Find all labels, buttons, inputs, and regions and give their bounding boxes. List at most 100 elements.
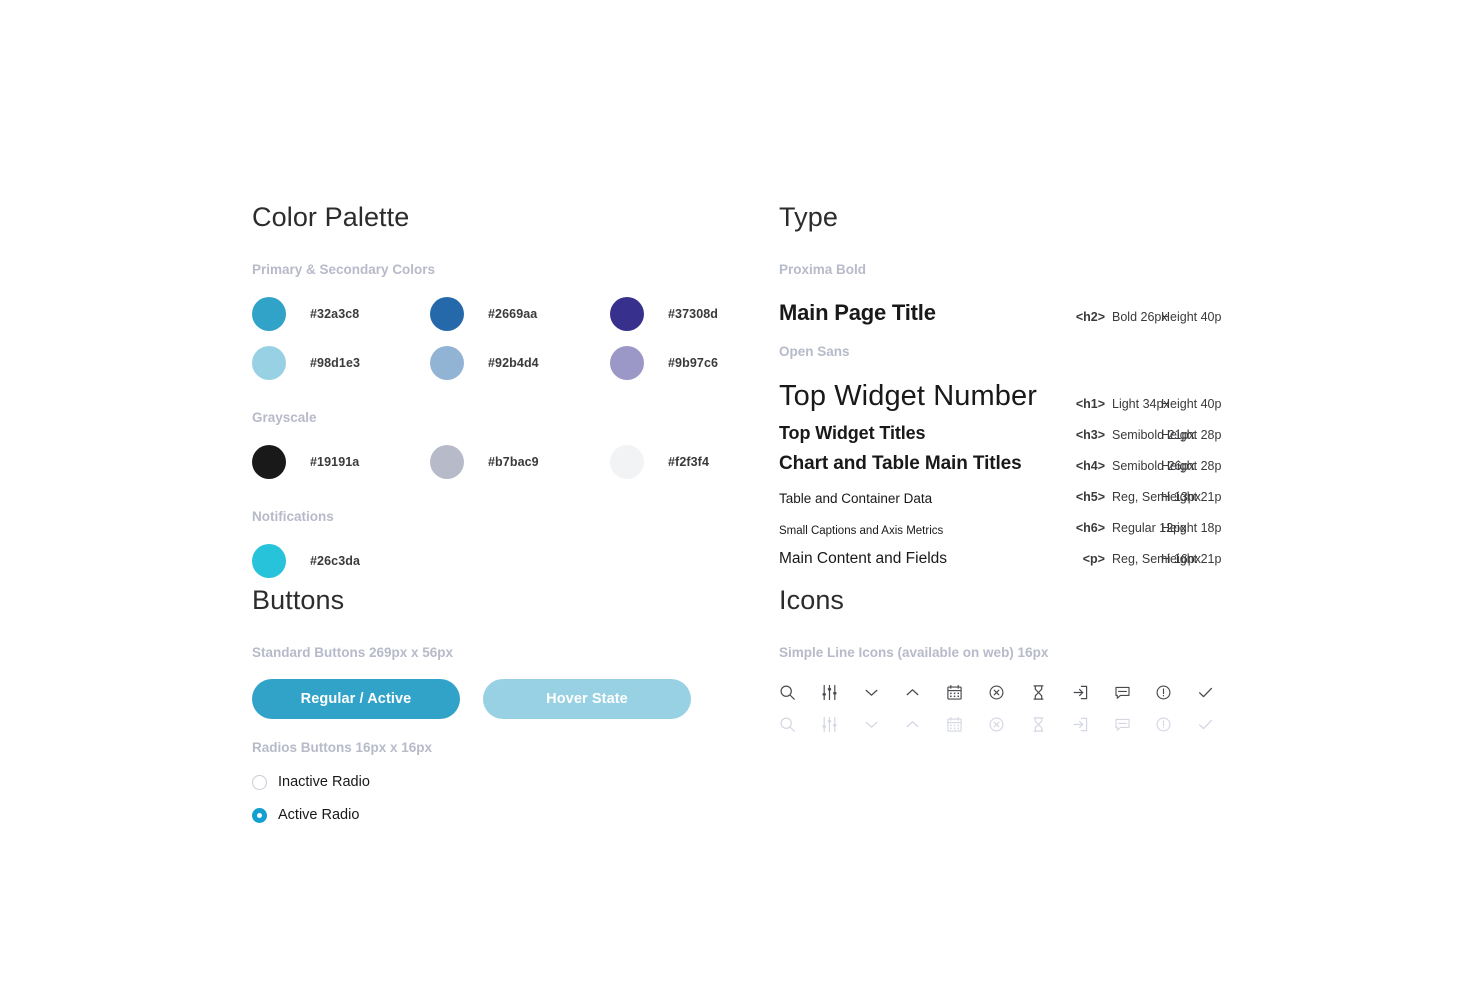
swatch-secondary-light-blue[interactable]: #92b4d4 (430, 346, 539, 380)
swatch-primary-blue[interactable]: #2669aa (430, 297, 537, 331)
sliders-icon-disabled (821, 711, 863, 737)
swatch-gray-mid[interactable]: #b7bac9 (430, 445, 539, 479)
swatch-secondary-light-teal[interactable]: #98d1e3 (252, 346, 360, 380)
chevron-down-icon[interactable] (863, 679, 905, 705)
type-row-h4: Chart and Table Main Titles <h4> Semibol… (779, 444, 1239, 475)
type-row-h2: Main Page Title <h2> Bold 26px Height 40… (779, 292, 1239, 326)
swatch-row: #98d1e3 #92b4d4 #9b97c6 (252, 346, 722, 395)
search-icon[interactable] (779, 679, 821, 705)
chevron-up-icon-disabled (904, 711, 946, 737)
radio-buttons-label: Radios Buttons 16px x 16px (252, 740, 433, 755)
calendar-icon-disabled (946, 711, 988, 737)
grayscale-swatches: #19191a #b7bac9 #f2f3f4 (252, 445, 722, 494)
type-title: Type (779, 202, 838, 232)
comment-icon-disabled (1114, 711, 1156, 737)
icon-row-disabled (779, 711, 1239, 737)
radio-active[interactable]: Active Radio (252, 801, 722, 829)
color-dot (252, 297, 286, 331)
type-height: Height 40p (1161, 397, 1222, 411)
sign-in-icon[interactable] (1072, 679, 1114, 705)
primary-secondary-label: Primary & Secondary Colors (252, 262, 436, 277)
icons-section: Icons Simple Line Icons (available on we… (779, 583, 1239, 737)
type-sample: Top Widget Number (779, 380, 1037, 412)
type-tag: <h4> (1075, 459, 1105, 473)
type-section: Type Proxima Bold Main Page Title <h2> B… (779, 200, 1239, 568)
color-hex: #9b97c6 (668, 356, 719, 370)
type-tag: <h6> (1075, 521, 1105, 535)
sliders-icon[interactable] (821, 679, 863, 705)
icon-row-active (779, 679, 1239, 705)
calendar-icon[interactable] (946, 679, 988, 705)
chevron-up-icon[interactable] (904, 679, 946, 705)
radio-label: Active Radio (278, 807, 360, 823)
hourglass-icon[interactable] (1030, 679, 1072, 705)
type-row-p: Main Content and Fields <p> Reg, Semi 16… (779, 537, 1239, 568)
info-circle-icon[interactable] (1155, 679, 1197, 705)
check-icon-disabled (1197, 711, 1239, 737)
proxima-bold-label: Proxima Bold (779, 262, 867, 277)
swatch-primary-indigo[interactable]: #37308d (610, 297, 718, 331)
regular-active-button[interactable]: Regular / Active (252, 679, 460, 719)
color-hex: #f2f3f4 (668, 455, 709, 469)
simple-line-icons-label: Simple Line Icons (available on web) 16p… (779, 645, 1049, 660)
search-icon-disabled (779, 711, 821, 737)
color-hex: #37308d (668, 307, 719, 321)
swatch-notification-cyan[interactable]: #26c3da (252, 544, 360, 578)
info-circle-icon-disabled (1155, 711, 1197, 737)
swatch-gray-light[interactable]: #f2f3f4 (610, 445, 709, 479)
color-dot (610, 445, 644, 479)
hover-state-button[interactable]: Hover State (483, 679, 691, 719)
color-dot (430, 346, 464, 380)
color-dot (430, 445, 464, 479)
color-dot (252, 346, 286, 380)
style-guide-page: Color Palette Primary & Secondary Colors… (0, 0, 1470, 1000)
type-height: Height 18p (1161, 521, 1222, 535)
radio-inactive[interactable]: Inactive Radio (252, 768, 722, 796)
color-hex: #2669aa (488, 307, 538, 321)
color-hex: #b7bac9 (488, 455, 539, 469)
type-spec: Bold 26px (1112, 310, 1168, 324)
color-dot (610, 297, 644, 331)
type-sample: Chart and Table Main Titles (779, 453, 1022, 474)
open-sans-label: Open Sans (779, 344, 850, 359)
type-sample: Main Page Title (779, 300, 936, 325)
comment-icon[interactable] (1114, 679, 1156, 705)
notifications-label: Notifications (252, 509, 334, 524)
type-tag: <p> (1082, 552, 1105, 566)
buttons-title: Buttons (252, 585, 345, 615)
color-dot (610, 346, 644, 380)
primary-secondary-swatches: #32a3c8 #2669aa #37308d #98d1e3 #92b4d4 … (252, 297, 722, 395)
type-sample: Small Captions and Axis Metrics (779, 525, 944, 537)
type-sample: Main Content and Fields (779, 550, 948, 567)
circle-x-icon-disabled (988, 711, 1030, 737)
type-height: Height 21p (1161, 490, 1222, 504)
radio-circle-selected-icon (252, 807, 267, 823)
color-hex: #26c3da (310, 554, 361, 568)
color-dot (252, 544, 286, 578)
icons-title: Icons (779, 585, 845, 615)
radio-label: Inactive Radio (278, 774, 370, 790)
type-row-h5: Table and Container Data <h5> Reg, Semi … (779, 475, 1239, 506)
swatch-gray-black[interactable]: #19191a (252, 445, 359, 479)
circle-x-icon[interactable] (988, 679, 1030, 705)
grayscale-label: Grayscale (252, 410, 317, 425)
buttons-section: Buttons Standard Buttons 269px x 56px Re… (252, 583, 722, 829)
type-tag: <h2> (1075, 310, 1105, 324)
swatch-secondary-light-purple[interactable]: #9b97c6 (610, 346, 718, 380)
type-sample: Top Widget Titles (779, 423, 926, 443)
button-group: Regular / Active Hover State (252, 679, 722, 719)
type-row-h6: Small Captions and Axis Metrics <h6> Reg… (779, 506, 1239, 537)
type-tag: <h5> (1075, 490, 1105, 504)
color-hex: #19191a (310, 455, 360, 469)
color-palette-section: Color Palette Primary & Secondary Colors… (252, 200, 722, 593)
color-dot (430, 297, 464, 331)
type-row-h1: Top Widget Number <h1> Light 34px Height… (779, 375, 1239, 413)
radio-circle-icon (252, 774, 267, 790)
swatch-row: #19191a #b7bac9 #f2f3f4 (252, 445, 722, 494)
swatch-primary-teal[interactable]: #32a3c8 (252, 297, 359, 331)
chevron-down-icon-disabled (863, 711, 905, 737)
type-sample: Table and Container Data (779, 491, 933, 506)
type-height: Height 21p (1161, 552, 1222, 566)
check-icon[interactable] (1197, 679, 1239, 705)
type-height: Height 28p (1161, 459, 1222, 473)
